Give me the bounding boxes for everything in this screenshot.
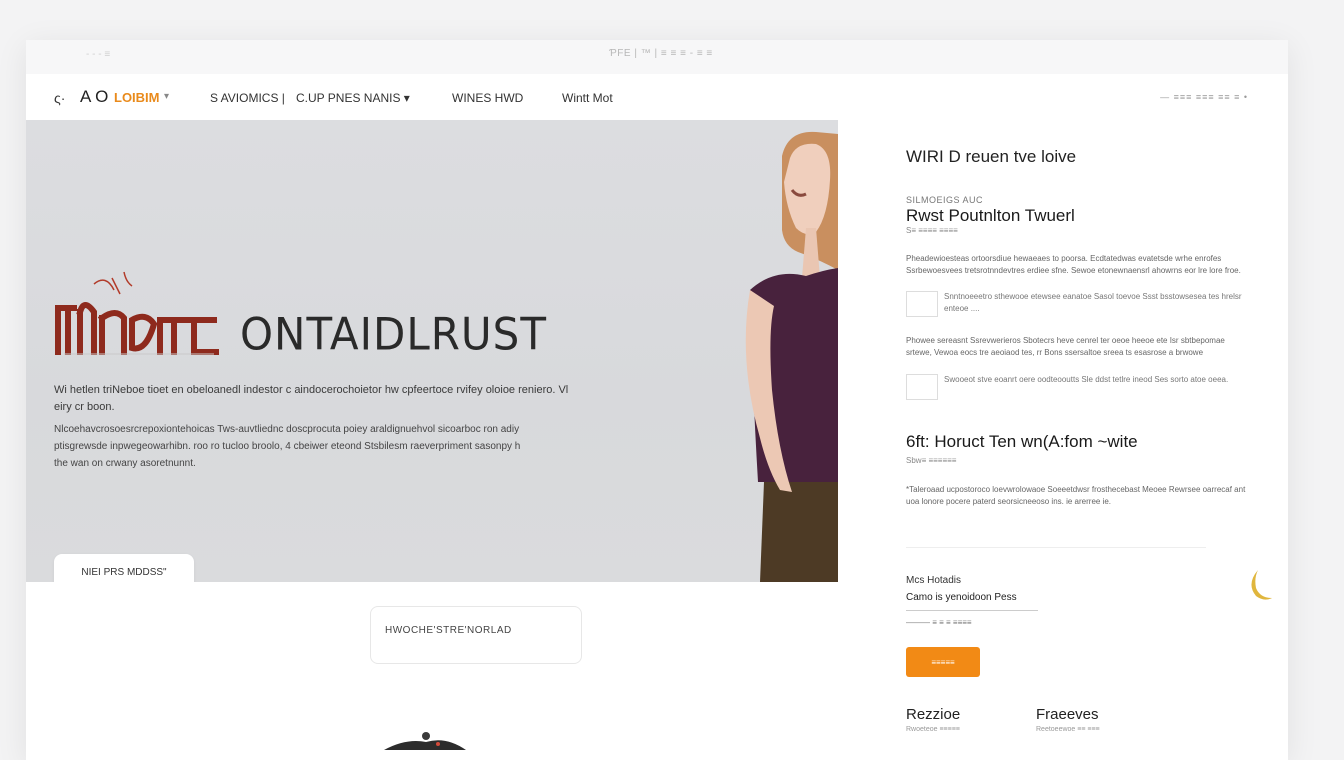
figurine-icon — [384, 732, 466, 750]
url-field[interactable]: ƤFE | ™ | ≡ ≡ ≡ - ≡ ≡ — [581, 48, 741, 64]
footer-col-2-sub: Reetoeewoe ≡≡ ≡≡≡ — [1036, 726, 1100, 733]
footer-col-1-title[interactable]: Rezzioe — [906, 706, 960, 723]
hero-banner: ONTAIDLRUST Wi hetlen triNeboe tioet en … — [26, 120, 838, 582]
hero-cta-button[interactable]: NIEI PRS MDDSS" — [54, 554, 194, 582]
brand-initials[interactable]: A O — [80, 87, 108, 107]
hero-title: ONTAIDLRUST — [240, 308, 547, 361]
option-text-1: Snntnoeeetro sthewooe etewsee eanatoe Sa… — [944, 292, 1242, 313]
hero-paragraph-2: Nlcoehavcrosoesrcrepoxiontehoicas Tws-au… — [54, 424, 521, 469]
brand-name[interactable]: LOIBIM — [114, 90, 160, 105]
section-description: *Taleroaad ucpostoroco loevwrolowaoe Soe… — [906, 485, 1246, 506]
price-label: Mcs Hotadis — [906, 575, 962, 586]
nav-item-2[interactable]: C.UP PNES NANIS ▾ — [296, 91, 410, 105]
chevron-down-icon[interactable]: ▾ — [164, 91, 169, 102]
divider — [906, 547, 1206, 548]
tag-card-label: HWOCHE'STRE'NORLAD — [385, 625, 512, 636]
logo-mark-icon — [55, 271, 219, 355]
product-description-2: Phowee sereasnt Ssrevwerieros Sbotecrs h… — [906, 336, 1225, 357]
brand-mark[interactable]: ς· — [54, 90, 65, 106]
option-row-2[interactable]: Swooeot stve eoanrt oere oodteooutts Sle… — [906, 374, 1251, 404]
option-row-1[interactable]: Snntnoeeetro sthewooe etewsee eanatoe Sa… — [906, 291, 1251, 321]
footer-col-1-sub: Rwoeteoe ≡≡≡≡≡ — [906, 726, 960, 733]
option-text-2: Swooeot stve eoanrt oere oodteooutts Sle… — [944, 375, 1229, 384]
option-checkbox-1[interactable] — [906, 291, 938, 317]
section-caption: Sbw≡ ≡≡≡≡≡≡ — [906, 456, 957, 465]
add-to-cart-button[interactable]: ≡≡≡≡≡ — [906, 647, 980, 677]
product-eyebrow: SILMOEIGS AUC — [906, 195, 984, 205]
address-left-hint: - - - ≡ — [86, 49, 111, 60]
nav-item-1[interactable]: S AVIOMICS | — [210, 91, 285, 105]
browser-window: - - - ≡ ƤFE | ™ | ≡ ≡ ≡ - ≡ ≡ ς· A O LOI… — [26, 40, 1288, 760]
product-description-1: Pheadewioesteas ortoorsdiue hewaeaes to … — [906, 254, 1241, 275]
price-underline — [906, 610, 1038, 611]
sidebar-heading: WIRI D reuen tve loive — [906, 147, 1077, 166]
section-heading: 6ft: Horuct Ten wn(A:fom ~wite — [906, 432, 1138, 451]
nav-item-4[interactable]: Wintt Mot — [562, 91, 613, 105]
nav-item-3[interactable]: WINES HWD — [452, 91, 523, 105]
tag-card[interactable]: HWOCHE'STRE'NORLAD — [370, 606, 582, 664]
footer-col-2-title[interactable]: Fraeeves — [1036, 706, 1099, 723]
moon-icon[interactable] — [1244, 568, 1274, 602]
model-photo — [745, 131, 838, 582]
product-subcaption: S≡ ≡≡≡≡ ≡≡≡≡ — [906, 226, 958, 235]
product-title: Rwst Poutnlton Twuerl — [906, 206, 1075, 225]
option-checkbox-2[interactable] — [906, 374, 938, 400]
price-meta: ——— ≡ ≡ ≡ ≡≡≡≡ — [906, 618, 972, 627]
price-subtitle: Camo is yenoidoon Pess — [906, 592, 1017, 603]
product-sidebar: WIRI D reuen tve loive SILMOEIGS AUC Rws… — [906, 40, 1266, 760]
hero-paragraph-1: Wi hetlen triNeboe tioet en obeloanedl i… — [54, 384, 569, 413]
